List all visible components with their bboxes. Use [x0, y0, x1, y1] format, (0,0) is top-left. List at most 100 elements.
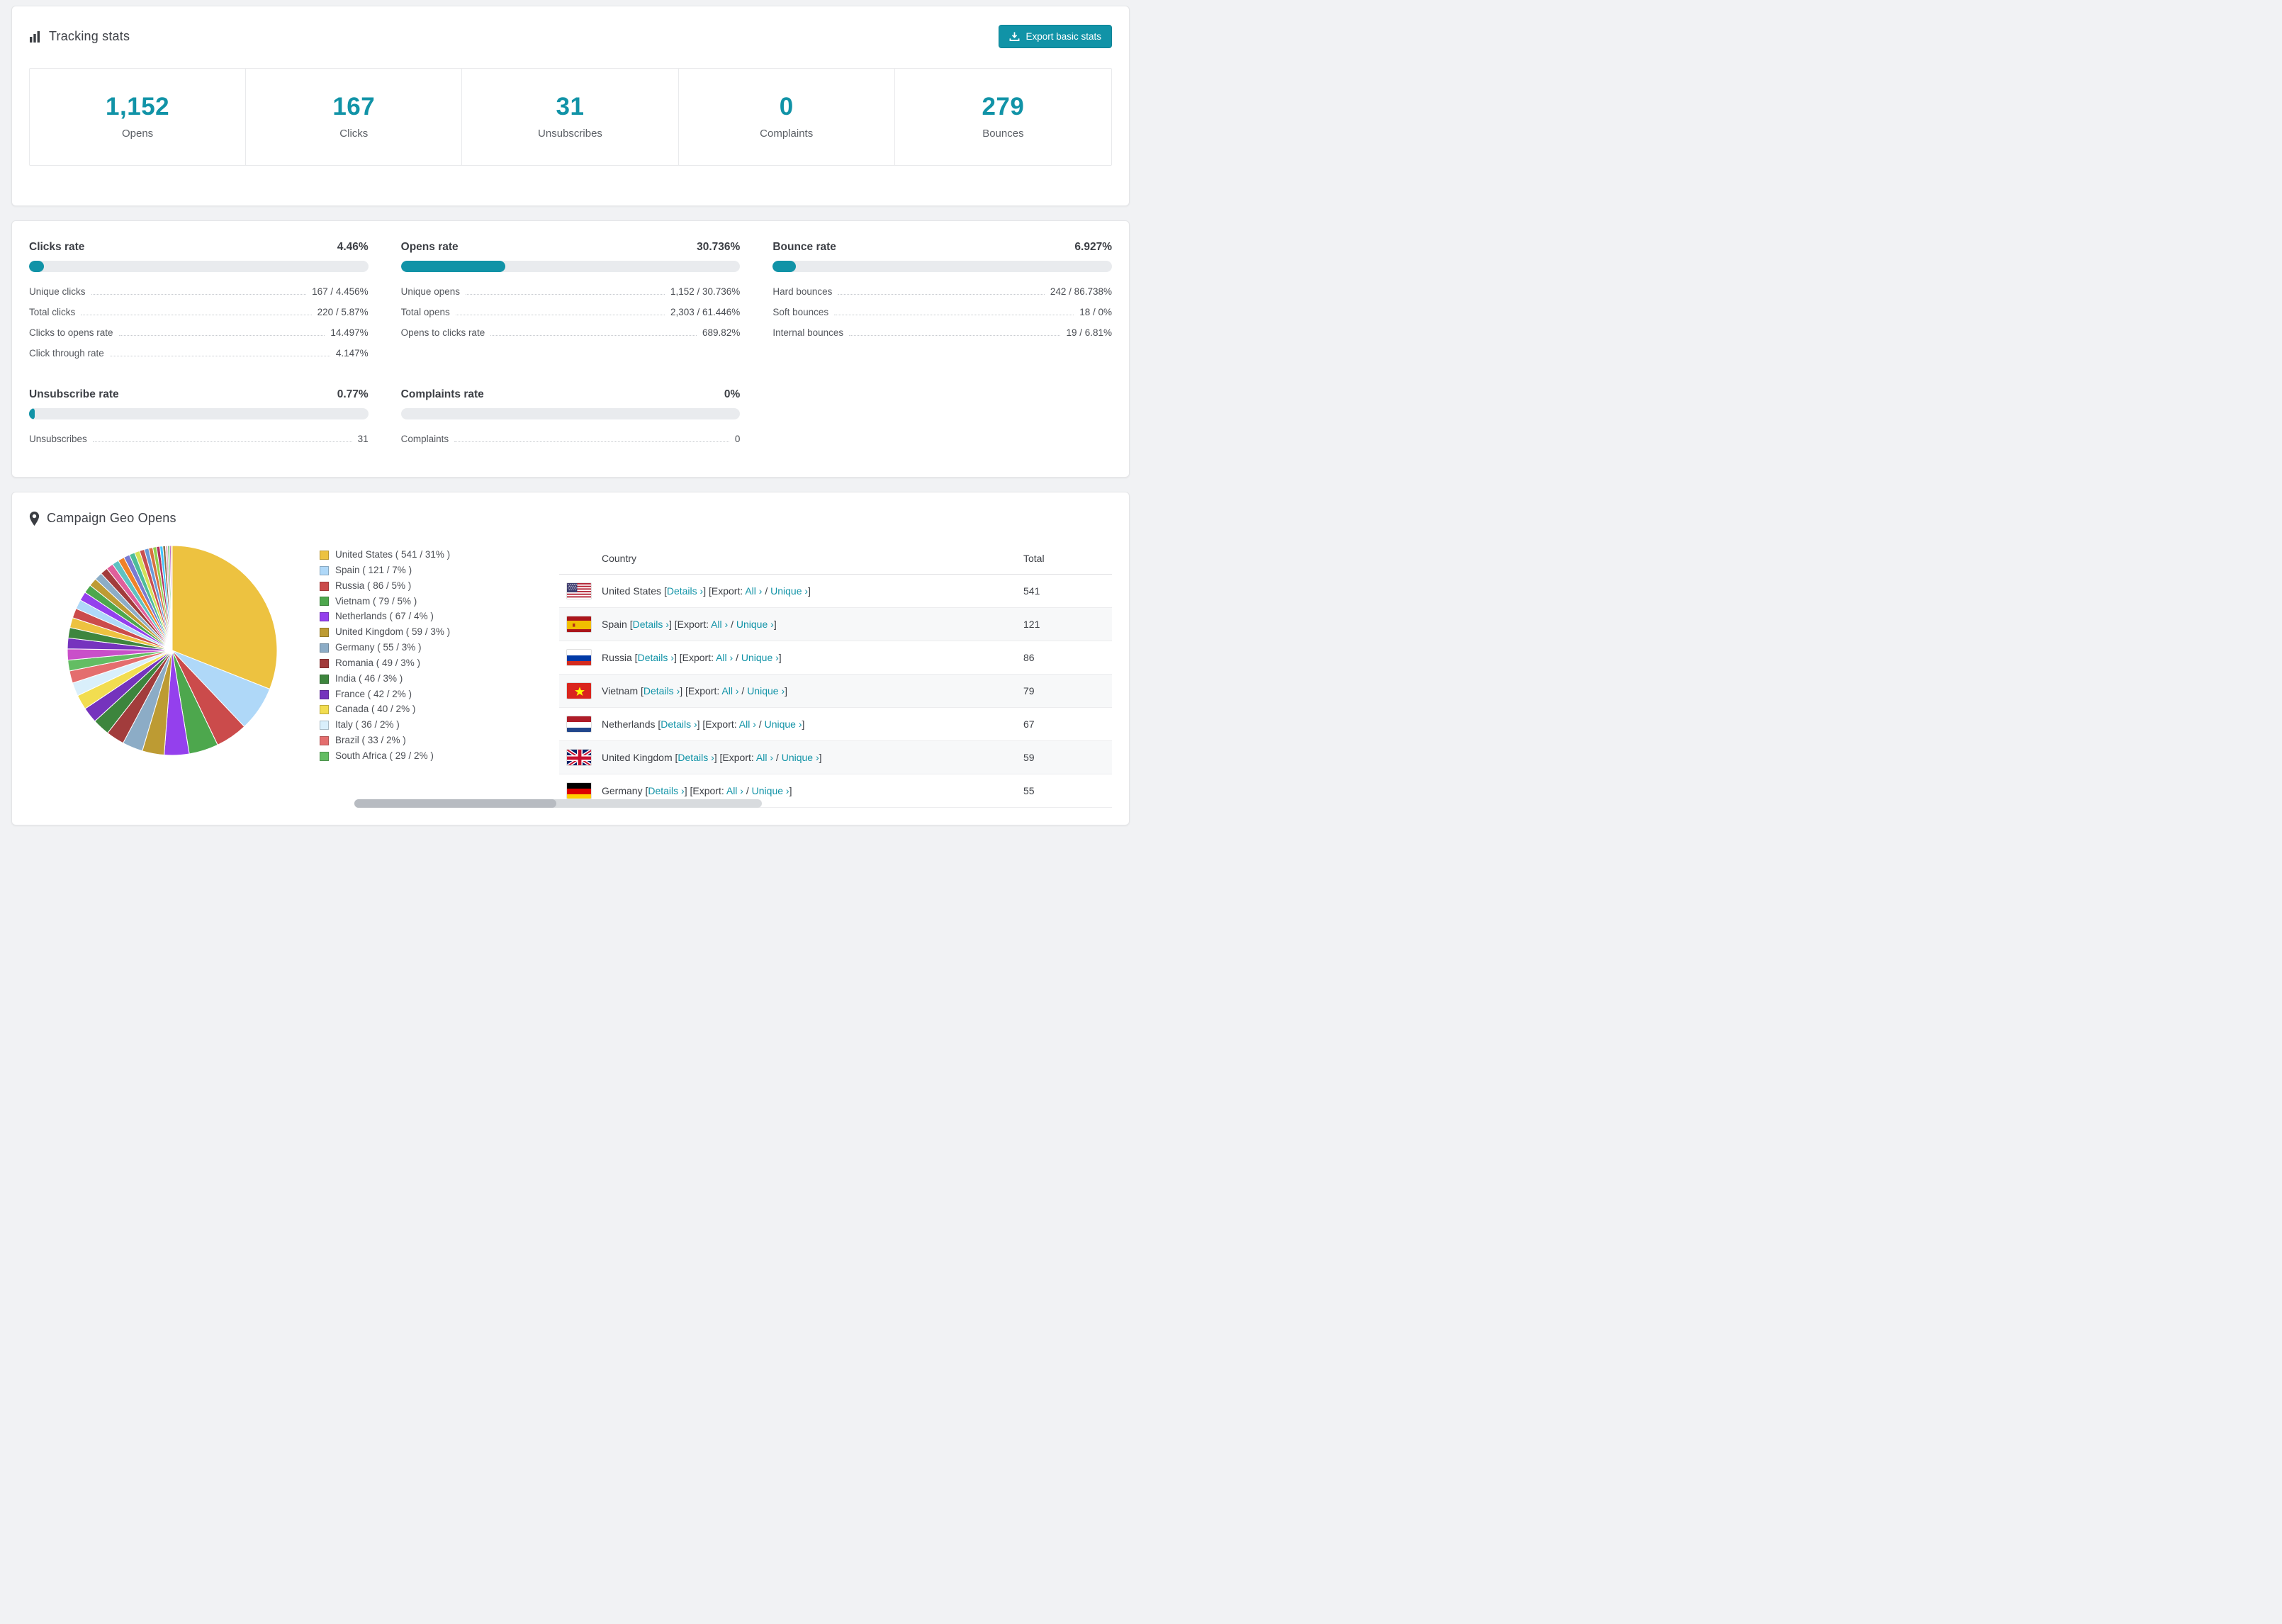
rate-detail-row: Hard bounces 242 / 86.738%: [772, 281, 1112, 301]
horizontal-scrollbar[interactable]: [354, 799, 762, 808]
stat-box-clicks: 167 Clicks: [246, 69, 463, 165]
separator-text: /: [738, 685, 748, 697]
legend-label: Russia ( 86 / 5% ): [335, 580, 412, 591]
opens-rate-block: Opens rate 30.736% Unique opens 1,152 / 3…: [400, 241, 741, 363]
export-unique-link[interactable]: Unique ›: [765, 718, 802, 730]
bounce-rate-bar-fill: [772, 261, 797, 272]
bracket-text: ]: [773, 619, 777, 630]
flag-vn-icon: [566, 682, 592, 699]
export-prefix-text: ] [Export:: [684, 785, 726, 796]
details-link[interactable]: Details ›: [648, 785, 684, 796]
legend-label: United States ( 541 / 31% ): [335, 549, 451, 560]
export-all-link[interactable]: All ›: [756, 752, 773, 763]
legend-swatch: [320, 721, 329, 731]
details-link[interactable]: Details ›: [661, 718, 697, 730]
legend-label: Canada ( 40 / 2% ): [335, 704, 416, 715]
rate-detail-label: Click through rate: [29, 347, 104, 359]
export-button-label: Export basic stats: [1025, 31, 1101, 42]
clicks-rate-bar-fill: [29, 261, 45, 272]
legend-item: Germany ( 55 / 3% ): [320, 642, 481, 653]
legend-label: France ( 42 / 2% ): [335, 688, 412, 699]
horizontal-scrollbar-thumb[interactable]: [354, 799, 556, 808]
rate-detail-label: Total clicks: [29, 306, 76, 317]
flag-ru-icon: [566, 649, 592, 666]
clicks-rate-details: Unique clicks 167 / 4.456% Total clicks 220…: [29, 281, 369, 363]
bracket-text: ]: [778, 652, 782, 663]
legend-swatch: [320, 550, 329, 560]
geo-table: Country Total United States [Details ›] …: [559, 544, 1112, 808]
details-link[interactable]: Details ›: [643, 685, 680, 697]
country-cell: United Kingdom [Details ›] [Export: All …: [602, 752, 1023, 763]
export-basic-stats-button[interactable]: Export basic stats: [999, 25, 1112, 48]
unsubscribe-rate-details: Unsubscribes 31: [29, 428, 369, 449]
map-pin-icon: [29, 511, 40, 526]
export-all-link[interactable]: All ›: [745, 585, 762, 597]
export-unique-link[interactable]: Unique ›: [747, 685, 785, 697]
details-link[interactable]: Details ›: [678, 752, 714, 763]
geo-table-row: Russia [Details ›] [Export: All › / Uniq…: [559, 641, 1112, 675]
clicks-rate-block: Clicks rate 4.46% Unique clicks 167 / 4.4…: [29, 241, 369, 363]
bracket-text: ]: [785, 685, 787, 697]
bounces-label: Bounces: [982, 128, 1024, 140]
bounce-rate-bar: [772, 261, 1112, 272]
separator-text: /: [728, 619, 736, 630]
country-name: Spain: [602, 619, 627, 630]
legend-item: France ( 42 / 2% ): [320, 689, 481, 700]
rate-detail-row: Click through rate 4.147%: [29, 342, 369, 363]
dotted-leader: [849, 334, 1061, 336]
legend-item: Russia ( 86 / 5% ): [320, 580, 481, 592]
bracket-text: ]: [802, 718, 805, 730]
bounce-rate-details: Hard bounces 242 / 86.738% Soft bounces 18 …: [772, 281, 1112, 342]
opens-rate-percent: 30.736%: [697, 241, 741, 253]
export-unique-link[interactable]: Unique ›: [752, 785, 789, 796]
export-all-link[interactable]: All ›: [739, 718, 756, 730]
separator-text: /: [773, 752, 782, 763]
rate-detail-value: 0: [734, 433, 741, 444]
rate-detail-value: 1,152 / 30.736%: [670, 286, 741, 297]
rate-detail-row: Soft bounces 18 / 0%: [772, 301, 1112, 322]
rate-detail-row: Unsubscribes 31: [29, 428, 369, 449]
legend-label: South Africa ( 29 / 2% ): [335, 750, 434, 761]
export-unique-link[interactable]: Unique ›: [770, 585, 808, 597]
export-all-link[interactable]: All ›: [716, 652, 733, 663]
details-link[interactable]: Details ›: [667, 585, 703, 597]
country-total: 79: [1023, 685, 1035, 697]
complaints-count: 0: [779, 93, 794, 120]
export-all-link[interactable]: All ›: [711, 619, 728, 630]
export-unique-link[interactable]: Unique ›: [782, 752, 819, 763]
geo-table-row: United States [Details ›] [Export: All ›…: [559, 575, 1112, 608]
rate-detail-row: Total opens 2,303 / 61.446%: [401, 301, 741, 322]
legend-label: Vietnam ( 79 / 5% ): [335, 595, 417, 607]
legend-item: United Kingdom ( 59 / 3% ): [320, 626, 481, 638]
rate-detail-row: Opens to clicks rate 689.82%: [401, 322, 741, 342]
rate-detail-value: 2,303 / 61.446%: [670, 306, 741, 317]
unsubscribes-label: Unsubscribes: [538, 128, 602, 140]
complaints-rate-bar: [400, 408, 741, 419]
legend-swatch: [320, 565, 329, 575]
export-unique-link[interactable]: Unique ›: [736, 619, 774, 630]
rate-detail-value: 14.497%: [330, 327, 369, 338]
country-column-header: Country: [602, 553, 637, 564]
country-total: 121: [1023, 619, 1040, 630]
export-all-link[interactable]: All ›: [721, 685, 738, 697]
rate-detail-row: Unique clicks 167 / 4.456%: [29, 281, 369, 301]
export-prefix-text: ] [Export:: [673, 652, 716, 663]
legend-label: Germany ( 55 / 3% ): [335, 642, 422, 653]
rate-detail-value: 242 / 86.738%: [1050, 286, 1112, 297]
details-link[interactable]: Details ›: [633, 619, 669, 630]
complaints-label: Complaints: [760, 128, 814, 140]
export-unique-link[interactable]: Unique ›: [741, 652, 779, 663]
tracking-stats-card: Tracking stats Export basic stats 1,152 …: [11, 6, 1130, 206]
rate-detail-row: Total clicks 220 / 5.87%: [29, 301, 369, 322]
geo-table-row: Netherlands [Details ›] [Export: All › /…: [559, 708, 1112, 741]
bracket-text: ]: [808, 585, 811, 597]
flag-us-icon: [566, 582, 592, 599]
legend-swatch: [320, 658, 329, 668]
export-prefix-text: ] [Export:: [680, 685, 722, 697]
geo-pie-chart: [66, 544, 279, 760]
export-all-link[interactable]: All ›: [726, 785, 743, 796]
tracking-stats-title-text: Tracking stats: [49, 29, 130, 43]
legend-item: Netherlands ( 67 / 4% ): [320, 611, 481, 622]
rate-detail-value: 4.147%: [335, 347, 369, 359]
details-link[interactable]: Details ›: [638, 652, 674, 663]
